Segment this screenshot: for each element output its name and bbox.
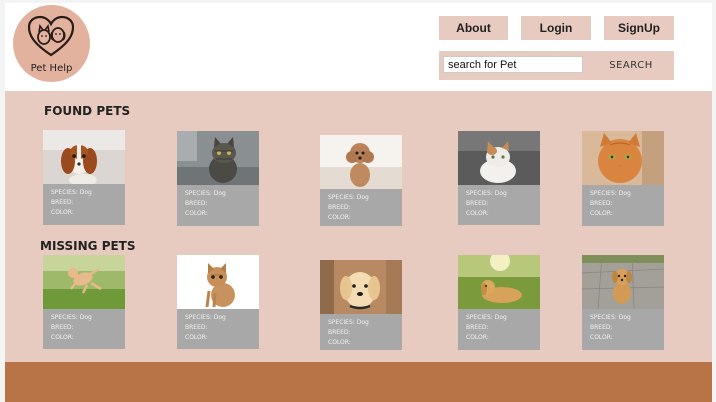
search-button[interactable]: SEARCH bbox=[593, 56, 669, 74]
pet-card[interactable]: SPECIES: Dog BREED: COLOR: bbox=[320, 260, 402, 350]
color-label: COLOR: bbox=[51, 209, 74, 216]
species-label: SPECIES: Dog bbox=[328, 194, 369, 201]
breed-label: BREED: bbox=[185, 324, 208, 331]
header: Pet Help About Login SignUp SEARCH bbox=[5, 3, 712, 91]
breed-label: BREED: bbox=[51, 199, 74, 206]
species-label: SPECIES: Dog bbox=[590, 190, 631, 197]
color-label: COLOR: bbox=[185, 334, 208, 341]
jumping-kitten-photo bbox=[43, 255, 125, 309]
spaniel-puppy-photo bbox=[43, 130, 125, 184]
found-pets-title: FOUND PETS bbox=[44, 104, 131, 118]
species-label: SPECIES: Dog bbox=[185, 314, 226, 321]
golden-puppy-pavement-photo bbox=[582, 255, 664, 309]
about-button[interactable]: About bbox=[439, 16, 508, 40]
missing-pets-title: MISSING PETS bbox=[40, 239, 136, 253]
species-label: SPECIES: Dog bbox=[466, 190, 507, 197]
pet-card[interactable]: SPECIES: Dog BREED: COLOR: bbox=[177, 131, 259, 226]
species-label: SPECIES: Dog bbox=[590, 314, 631, 321]
orange-cat-photo bbox=[582, 131, 664, 185]
species-label: SPECIES: Dog bbox=[185, 190, 226, 197]
golden-retriever-photo bbox=[458, 255, 540, 309]
pet-card[interactable]: SPECIES: Dog BREED: COLOR: bbox=[320, 135, 402, 226]
breed-label: BREED: bbox=[466, 324, 489, 331]
breed-label: BREED: bbox=[590, 200, 613, 207]
kitten-photo bbox=[177, 255, 259, 309]
page: Pet Help About Login SignUp SEARCH FOUND… bbox=[5, 3, 712, 402]
color-label: COLOR: bbox=[328, 339, 351, 346]
breed-label: BREED: bbox=[328, 204, 351, 211]
pet-card[interactable]: SPECIES: Dog BREED: COLOR: bbox=[582, 255, 664, 350]
species-label: SPECIES: Dog bbox=[328, 319, 369, 326]
search-input[interactable] bbox=[443, 56, 583, 73]
color-label: COLOR: bbox=[328, 214, 351, 221]
color-label: COLOR: bbox=[466, 334, 489, 341]
search-bar: SEARCH bbox=[439, 51, 674, 80]
white-cat-photo bbox=[458, 131, 540, 185]
breed-label: BREED: bbox=[590, 324, 613, 331]
pet-card[interactable]: SPECIES: Dog BREED: COLOR: bbox=[582, 131, 664, 226]
species-label: SPECIES: Dog bbox=[466, 314, 507, 321]
pet-card[interactable]: SPECIES: Dog BREED: COLOR: bbox=[43, 130, 125, 225]
color-label: COLOR: bbox=[466, 210, 489, 217]
footer bbox=[5, 362, 712, 402]
species-label: SPECIES: Dog bbox=[51, 314, 92, 321]
pet-card[interactable]: SPECIES: Dog BREED: COLOR: bbox=[177, 255, 259, 349]
pet-card[interactable]: SPECIES: Dog BREED: COLOR: bbox=[458, 255, 540, 350]
color-label: COLOR: bbox=[185, 210, 208, 217]
tabby-cat-photo bbox=[177, 131, 259, 185]
signup-button[interactable]: SignUp bbox=[604, 16, 674, 40]
color-label: COLOR: bbox=[590, 334, 613, 341]
breed-label: BREED: bbox=[328, 329, 351, 336]
breed-label: BREED: bbox=[466, 200, 489, 207]
heart-pet-icon bbox=[27, 15, 75, 57]
logo[interactable]: Pet Help bbox=[13, 5, 90, 82]
color-label: COLOR: bbox=[590, 210, 613, 217]
breed-label: BREED: bbox=[185, 200, 208, 207]
golden-puppy-photo bbox=[320, 260, 402, 314]
species-label: SPECIES: Dog bbox=[51, 189, 92, 196]
logo-text: Pet Help bbox=[30, 63, 73, 74]
color-label: COLOR: bbox=[51, 334, 74, 341]
login-button[interactable]: Login bbox=[521, 16, 591, 40]
poodle-puppy-photo bbox=[320, 135, 402, 189]
breed-label: BREED: bbox=[51, 324, 74, 331]
pet-card[interactable]: SPECIES: Dog BREED: COLOR: bbox=[458, 131, 540, 225]
pet-card[interactable]: SPECIES: Dog BREED: COLOR: bbox=[43, 255, 125, 349]
